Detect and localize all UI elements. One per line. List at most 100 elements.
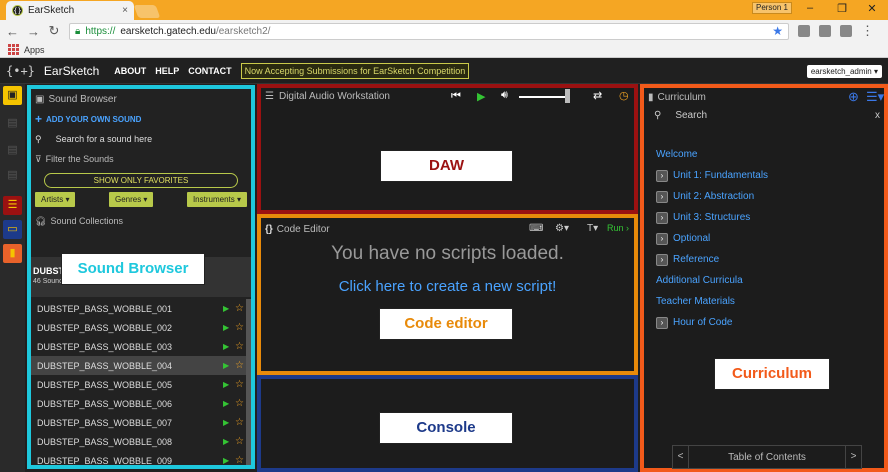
- curriculum-item[interactable]: Welcome: [644, 144, 884, 165]
- rewind-icon[interactable]: ⏮: [451, 90, 461, 103]
- toc-button[interactable]: Table of Contents: [728, 452, 806, 463]
- competition-banner[interactable]: Now Accepting Submissions for EarSketch …: [240, 63, 470, 79]
- metronome-icon[interactable]: ◷: [619, 89, 629, 102]
- sound-list: DUBSTEP_BASS_WOBBLE_001 ▶ ☆ DUBSTEP_BASS_WO…: [31, 299, 251, 465]
- play-icon[interactable]: ▶: [223, 342, 235, 351]
- chevron-right-icon[interactable]: ›: [656, 316, 668, 329]
- sound-list-scrollbar[interactable]: [246, 299, 251, 465]
- daw-panel: ☰ Digital Audio Workstation ⏮ ▶ 🔊︎ ⇄ ◷ D…: [257, 84, 638, 214]
- chevron-right-icon[interactable]: ›: [656, 211, 668, 224]
- nav-contact[interactable]: CONTACT: [188, 66, 231, 76]
- genres-dropdown[interactable]: Genres ▾: [108, 192, 154, 207]
- curriculum-item[interactable]: › Hour of Code: [644, 312, 884, 333]
- sound-row[interactable]: DUBSTEP_BASS_WOBBLE_002 ▶ ☆: [31, 318, 251, 337]
- apps-grid-icon[interactable]: [8, 44, 19, 55]
- toc-prev-button[interactable]: <: [673, 446, 689, 468]
- add-sound-link[interactable]: + ADD YOUR OWN SOUND: [31, 109, 251, 129]
- settings-gear-icon[interactable]: ⚙▾: [555, 223, 569, 234]
- keyboard-icon[interactable]: ⌨: [529, 223, 543, 234]
- daw-list-icon[interactable]: ☰: [3, 196, 22, 215]
- back-icon[interactable]: ←: [6, 24, 19, 39]
- sound-row[interactable]: DUBSTEP_BASS_WOBBLE_001 ▶ ☆: [31, 299, 251, 318]
- minimize-icon[interactable]: –: [800, 2, 820, 14]
- run-button[interactable]: Run ›: [607, 223, 629, 233]
- sound-search[interactable]: ⚲ Search for a sound here: [31, 129, 251, 149]
- font-size-icon[interactable]: T▾: [587, 223, 598, 234]
- sound-row[interactable]: DUBSTEP_BASS_WOBBLE_008 ▶ ☆: [31, 432, 251, 451]
- instruments-dropdown[interactable]: Instruments ▾: [186, 192, 247, 207]
- curriculum-item[interactable]: › Reference: [644, 249, 884, 270]
- close-window-icon[interactable]: ✕: [862, 2, 882, 15]
- book-icon[interactable]: ▮: [3, 244, 22, 263]
- curriculum-menu-icon[interactable]: ☰▾: [866, 89, 884, 105]
- play-icon[interactable]: ▶: [223, 323, 235, 332]
- reload-icon[interactable]: ↻: [48, 23, 60, 39]
- code-editor-title: Code Editor: [276, 224, 330, 235]
- sound-row[interactable]: DUBSTEP_BASS_WOBBLE_007 ▶ ☆: [31, 413, 251, 432]
- bookmark-star-icon[interactable]: ★: [772, 24, 783, 38]
- apps-link[interactable]: Apps: [24, 45, 45, 55]
- chevron-right-icon[interactable]: ›: [656, 253, 668, 266]
- nav-about[interactable]: ABOUT: [114, 66, 146, 76]
- maximize-icon[interactable]: ❐: [832, 2, 852, 15]
- play-icon[interactable]: ▶: [223, 456, 235, 465]
- sound-row[interactable]: DUBSTEP_BASS_WOBBLE_004 ▶ ☆: [31, 356, 251, 375]
- forward-icon[interactable]: →: [27, 24, 40, 39]
- curriculum-item[interactable]: › Unit 2: Abstraction: [644, 186, 884, 207]
- sound-search-input[interactable]: Search for a sound here: [56, 134, 153, 144]
- extension-icon[interactable]: [819, 25, 831, 37]
- curriculum-item[interactable]: Additional Curricula: [644, 270, 884, 291]
- curriculum-item[interactable]: Teacher Materials: [644, 291, 884, 312]
- book-icon: ▮: [648, 92, 654, 103]
- rail-icon[interactable]: ▤: [3, 166, 22, 185]
- play-icon[interactable]: ▶: [223, 437, 235, 446]
- toc-bar: < Table of Contents >: [672, 445, 862, 469]
- nav-help[interactable]: HELP: [155, 66, 179, 76]
- play-icon[interactable]: ▶: [223, 399, 235, 408]
- extension-icon[interactable]: [840, 25, 852, 37]
- create-script-link[interactable]: Click here to create a new script!: [261, 278, 634, 295]
- curriculum-search[interactable]: ⚲ Search x: [654, 110, 884, 121]
- code-icon[interactable]: ▭: [3, 220, 22, 239]
- play-icon[interactable]: ▶: [223, 361, 235, 370]
- sound-browser-header: ▣ Sound Browser: [31, 89, 251, 109]
- play-icon[interactable]: ▶: [223, 418, 235, 427]
- sound-row[interactable]: DUBSTEP_BASS_WOBBLE_009 ▶ ☆: [31, 451, 251, 465]
- sound-row[interactable]: DUBSTEP_BASS_WOBBLE_003 ▶ ☆: [31, 337, 251, 356]
- play-icon[interactable]: ▶: [223, 304, 235, 313]
- collections-header: 🎧︎ Sound Collections: [31, 211, 251, 231]
- chevron-right-icon[interactable]: ›: [656, 169, 668, 182]
- new-tab-button[interactable]: [133, 5, 161, 18]
- tab-close-icon[interactable]: ×: [122, 5, 128, 16]
- chevron-right-icon[interactable]: ›: [656, 232, 668, 245]
- curriculum-item[interactable]: › Optional: [644, 228, 884, 249]
- search-close-icon[interactable]: x: [875, 110, 880, 121]
- artists-dropdown[interactable]: Artists ▾: [35, 192, 76, 207]
- add-sound-label: ADD YOUR OWN SOUND: [46, 114, 142, 124]
- volume-icon[interactable]: 🔊︎: [501, 89, 508, 102]
- rail-icon[interactable]: ▤: [3, 141, 22, 160]
- chevron-right-icon[interactable]: ›: [656, 190, 668, 203]
- loop-icon[interactable]: ⇄: [593, 89, 602, 102]
- zoom-icon[interactable]: ⊕: [848, 89, 859, 105]
- curriculum-item[interactable]: › Unit 1: Fundamentals: [644, 165, 884, 186]
- rail-icon[interactable]: ▤: [3, 114, 22, 133]
- show-favorites-button[interactable]: SHOW ONLY FAVORITES: [44, 173, 238, 188]
- sound-browser-tab-icon[interactable]: ▣: [3, 86, 22, 105]
- play-icon[interactable]: ▶: [223, 380, 235, 389]
- user-menu[interactable]: earsketch_admin ▾: [806, 64, 882, 78]
- play-icon[interactable]: ▶: [477, 90, 485, 103]
- extension-icon[interactable]: [798, 25, 810, 37]
- volume-slider-handle[interactable]: [565, 89, 570, 103]
- volume-slider[interactable]: [519, 96, 569, 98]
- toc-next-button[interactable]: >: [844, 446, 861, 468]
- menu-icon[interactable]: ⋮: [861, 23, 874, 39]
- curriculum-search-input[interactable]: Search: [675, 110, 861, 121]
- curriculum-item[interactable]: › Unit 3: Structures: [644, 207, 884, 228]
- profile-button[interactable]: Person 1: [752, 2, 792, 14]
- sound-name: DUBSTEP_BASS_WOBBLE_004: [37, 360, 173, 371]
- url-bar[interactable]: 🔒︎ https:// earsketch.gatech.edu /earske…: [69, 22, 789, 40]
- sound-row[interactable]: DUBSTEP_BASS_WOBBLE_006 ▶ ☆: [31, 394, 251, 413]
- sound-row[interactable]: DUBSTEP_BASS_WOBBLE_005 ▶ ☆: [31, 375, 251, 394]
- browser-tab[interactable]: {} EarSketch ×: [6, 1, 134, 20]
